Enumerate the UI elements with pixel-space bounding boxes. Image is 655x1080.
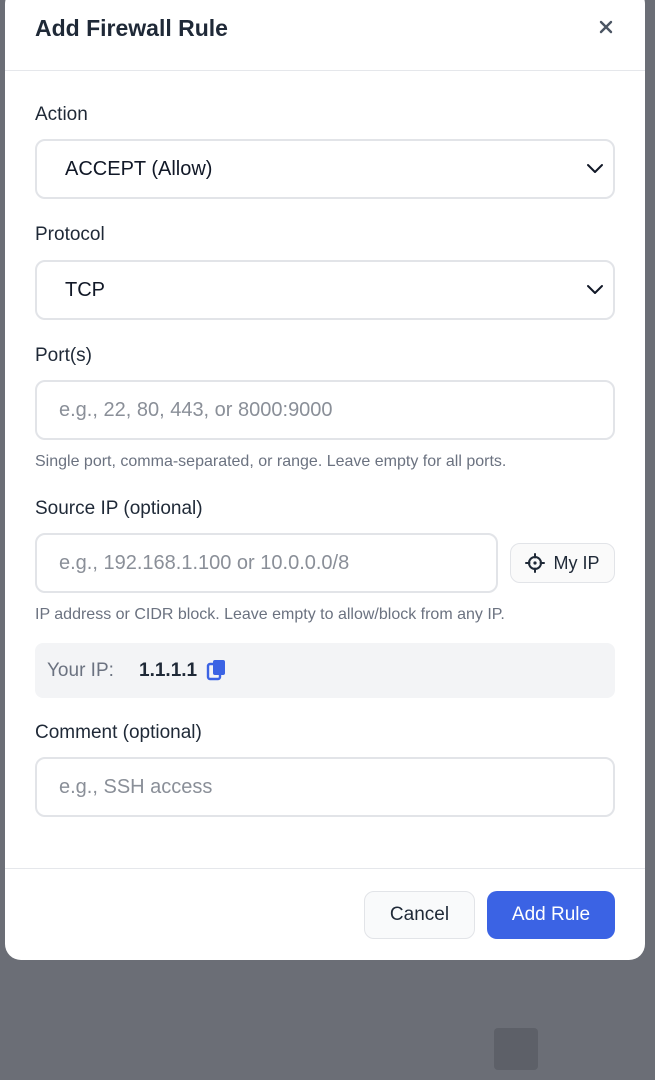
comment-field [35, 757, 615, 817]
source-ip-field [35, 533, 498, 593]
ports-field [35, 380, 615, 440]
dialog-header: Add Firewall Rule [5, 0, 645, 71]
your-ip-label: Your IP: [47, 660, 114, 681]
your-ip-value: 1.1.1.1 [139, 660, 198, 681]
close-icon [599, 20, 613, 34]
cancel-button[interactable]: Cancel [364, 891, 475, 939]
crosshair-icon [525, 553, 546, 573]
source-ip-label: Source IP (optional) [35, 498, 203, 519]
my-ip-button-label: My IP [553, 552, 600, 573]
your-ip-panel: Your IP: 1.1.1.1 [35, 643, 615, 698]
dialog-title: Add Firewall Rule [35, 15, 228, 41]
add-rule-button[interactable]: Add Rule [487, 891, 615, 939]
add-firewall-rule-dialog: Add Firewall Rule Action ACCEPT (Allow) … [5, 0, 645, 960]
source-ip-help-text: IP address or CIDR block. Leave empty to… [35, 606, 505, 623]
my-ip-button[interactable]: My IP [510, 543, 615, 583]
action-select-value: ACCEPT (Allow) [65, 158, 213, 180]
backdrop-element [494, 1028, 538, 1070]
ports-help-text: Single port, comma-separated, or range. … [35, 453, 507, 470]
protocol-label: Protocol [35, 224, 105, 245]
comment-label: Comment (optional) [35, 722, 202, 743]
copy-icon[interactable] [205, 658, 229, 682]
protocol-select-value: TCP [65, 279, 105, 301]
ports-label: Port(s) [35, 345, 92, 366]
protocol-select[interactable]: TCP [35, 260, 615, 320]
dialog-footer: Cancel Add Rule [5, 868, 645, 960]
ports-input[interactable] [37, 382, 613, 438]
comment-input[interactable] [37, 759, 613, 815]
source-ip-input[interactable] [37, 535, 496, 591]
action-select[interactable]: ACCEPT (Allow) [35, 139, 615, 199]
chevron-down-icon [587, 285, 603, 294]
close-button[interactable] [593, 14, 619, 40]
action-label: Action [35, 104, 88, 125]
chevron-down-icon [587, 164, 603, 173]
